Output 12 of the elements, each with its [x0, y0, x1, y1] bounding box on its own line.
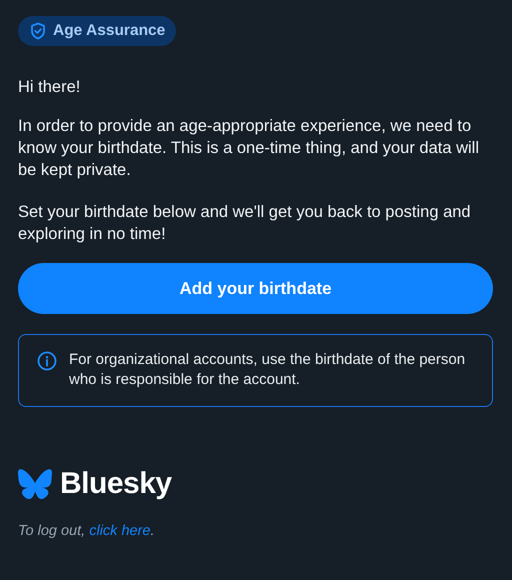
- click-here-link[interactable]: click here: [89, 523, 150, 539]
- body-paragraph: In order to provide an age-appropriate experience, we need to know your birthdate. This is a one-time thing, and your data will be kept private.: [18, 116, 480, 181]
- bluesky-wordmark: Bluesky: [60, 467, 172, 501]
- shield-check-icon: [30, 22, 46, 40]
- butterfly-icon: [18, 469, 52, 499]
- greeting-text: Hi there!: [18, 77, 82, 98]
- notice-text: For organizational accounts, use the birthdate of the person who is responsible for the account.: [69, 350, 466, 390]
- info-icon: [37, 351, 57, 371]
- add-birthdate-button[interactable]: Add your birthdate: [18, 263, 493, 314]
- logout-sentence: To log out, click here.: [18, 523, 154, 539]
- body-paragraph: Set your birthdate below and we'll get you back to posting and exploring in no time!: [18, 202, 472, 245]
- badge-label: Age Assurance: [53, 22, 166, 40]
